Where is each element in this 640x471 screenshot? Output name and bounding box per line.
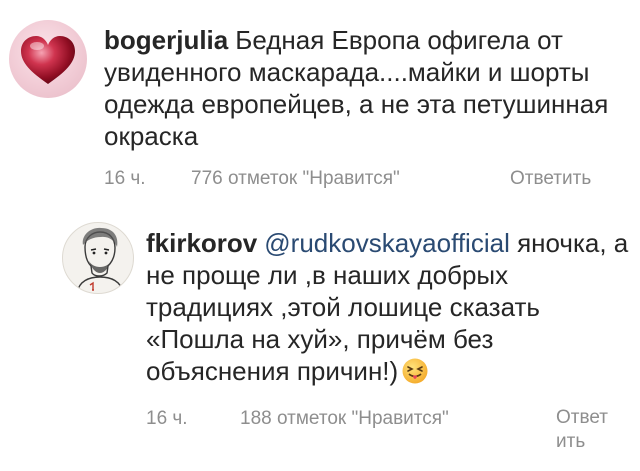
comment-time: 16 ч. (104, 168, 146, 189)
likes-count[interactable]: 776 отметок "Нравится" (191, 168, 400, 190)
mention-link[interactable]: @rudkovskayaofficial (264, 228, 510, 258)
reply-button[interactable]: Ответ ить (556, 406, 626, 454)
comment-username[interactable]: bogerjulia (104, 25, 228, 55)
user-avatar[interactable] (9, 20, 87, 98)
tongue-out-emoji-icon (401, 357, 429, 385)
comment-text: bogerjulia Бедная Европа офигела от увиде… (104, 24, 634, 152)
comment-text: fkirkorov @rudkovskayaofficial яночка, а … (146, 227, 636, 387)
comment-username[interactable]: fkirkorov (146, 228, 257, 258)
user-avatar[interactable] (62, 222, 134, 294)
likes-count[interactable]: 188 отметок "Нравится" (240, 408, 449, 430)
heart-icon (21, 36, 75, 84)
portrait-sketch-icon (76, 227, 124, 293)
reply-button[interactable]: Ответить (510, 168, 591, 190)
comment: bogerjulia Бедная Европа офигела от увиде… (0, 0, 640, 215)
comment-time: 16 ч. (146, 408, 188, 429)
